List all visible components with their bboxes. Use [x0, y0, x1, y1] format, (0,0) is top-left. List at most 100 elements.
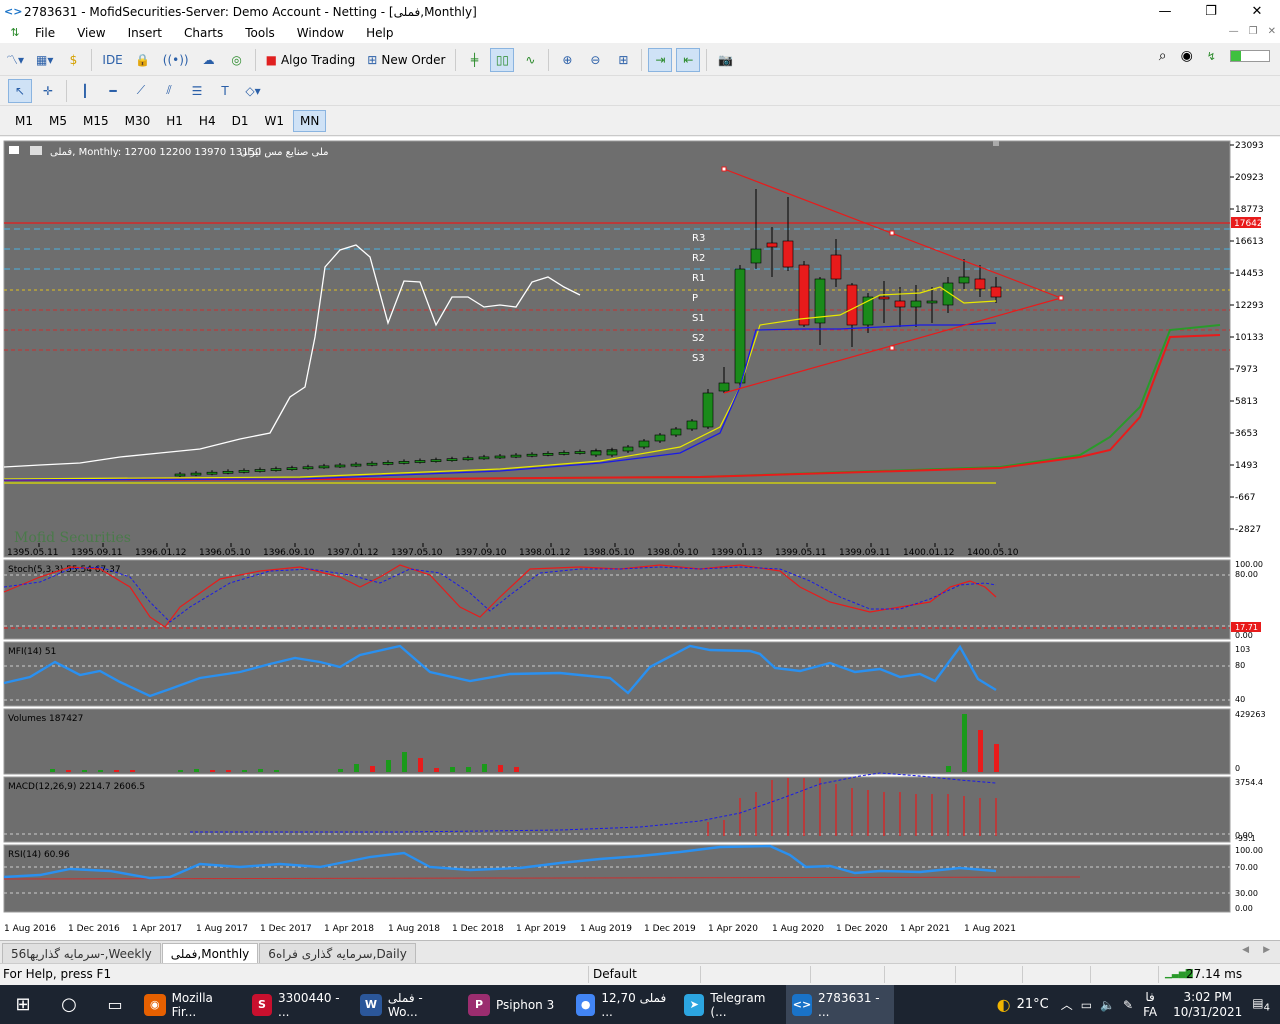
price-label: 23093 — [1235, 141, 1264, 151]
lock-icon[interactable]: 🔒 — [131, 48, 155, 72]
tray-chevron-icon[interactable]: ︿ — [1061, 996, 1073, 1013]
pivot-label: S2 — [692, 333, 705, 344]
volume-bar — [946, 766, 951, 772]
taskbar-app[interactable]: ➤ Telegram (... — [678, 985, 786, 1024]
equidistant-channel-icon[interactable]: ⫽ — [157, 79, 181, 103]
taskbar-app-icon: S — [252, 993, 273, 1016]
trendline-icon[interactable]: ⟋ — [129, 79, 153, 103]
menu-tools[interactable]: Tools — [234, 26, 286, 40]
candle — [350, 463, 362, 467]
horizontal-line-icon[interactable]: ━ — [101, 79, 125, 103]
menu-window[interactable]: Window — [286, 26, 355, 40]
volume-bar — [98, 770, 103, 772]
candlestick-icon[interactable]: ▯▯ — [490, 47, 515, 72]
timeframe-w1[interactable]: W1 — [257, 110, 291, 132]
candle — [606, 450, 618, 456]
timeframe-m15[interactable]: M15 — [76, 110, 116, 132]
chart-shift-icon[interactable]: ⇤ — [676, 47, 701, 72]
language-indicator[interactable]: فا FA — [1143, 990, 1157, 1020]
candle — [542, 452, 554, 456]
crosshair-icon[interactable]: ✛ — [36, 79, 60, 103]
taskbar-app[interactable]: <> 2783631 - ... — [786, 985, 894, 1024]
task-view-icon[interactable]: ▭ — [92, 985, 138, 1024]
chart-menu-icon[interactable]: ⇅ — [8, 26, 22, 40]
timeframe-mn[interactable]: MN — [292, 109, 327, 132]
menu-charts[interactable]: Charts — [173, 26, 234, 40]
start-button[interactable]: ⊞ — [0, 985, 46, 1024]
timeframe-m30[interactable]: M30 — [118, 110, 158, 132]
ide-button[interactable]: IDE — [98, 48, 126, 72]
taskbar-app[interactable]: W فملی - Wo... — [354, 985, 462, 1024]
date-label-top: 1399.05.11 — [775, 548, 827, 558]
shapes-icon[interactable]: ◇▾ — [241, 79, 265, 103]
bar-chart-icon[interactable]: ╪ — [462, 48, 486, 72]
minimize-button[interactable]: — — [1142, 0, 1188, 23]
date-label-top: 1397.09.10 — [455, 548, 507, 558]
text-icon[interactable]: T — [213, 79, 237, 103]
chart-window[interactable]: 23093 20923 18773 16613 14453 12293 10133 7973 5… — [0, 137, 1280, 940]
zoom-in-icon[interactable]: ⊕ — [555, 48, 579, 72]
menu-view[interactable]: View — [66, 26, 116, 40]
cursor-icon[interactable]: ↖ — [8, 78, 32, 103]
date-label-top: 1395.05.11 — [7, 548, 59, 558]
tab-weekly[interactable]: سرمایه گذاریها56-,Weekly — [2, 943, 161, 963]
tab-scroll-right-icon[interactable]: ▶ — [1263, 945, 1270, 955]
taskbar-app[interactable]: P Psiphon 3 — [462, 985, 570, 1024]
search-taskbar-icon[interactable]: ○ — [46, 985, 92, 1024]
profiles-icon[interactable]: ▦▾ — [32, 48, 57, 72]
temperature[interactable]: 21°C — [1017, 997, 1049, 1012]
vertical-line-icon[interactable]: ┃ — [73, 79, 97, 103]
pen-icon[interactable]: ✎ — [1123, 998, 1133, 1012]
menu-help[interactable]: Help — [355, 26, 404, 40]
close-button[interactable]: ✕ — [1234, 0, 1280, 23]
timeframe-h1[interactable]: H1 — [159, 110, 190, 132]
taskbar-app-label: Mozilla Fir... — [171, 990, 213, 1019]
taskbar-app[interactable]: ● فملی 12,70 ... — [570, 985, 678, 1024]
new-order-button[interactable]: ⊞ New Order — [363, 48, 449, 72]
pivot-label: R1 — [692, 273, 705, 284]
timeframe-m5[interactable]: M5 — [42, 110, 74, 132]
taskbar-app[interactable]: ◉ Mozilla Fir... — [138, 985, 246, 1024]
screenshot-icon[interactable]: 📷 — [713, 48, 737, 72]
weather-icon[interactable]: ◐ — [997, 995, 1011, 1014]
timeframes-toolbar: M1 M5 M15 M30 H1 H4 D1 W1 MN — [0, 106, 1280, 136]
account-icon[interactable]: ◉ — [1181, 48, 1193, 64]
candle — [526, 453, 538, 457]
tab-daily[interactable]: سرمایه گذاری فراه6,Daily — [259, 943, 416, 963]
child-minimize-icon[interactable]: — — [1229, 26, 1239, 37]
child-restore-icon[interactable]: ❐ — [1249, 26, 1258, 37]
child-close-icon[interactable]: ✕ — [1268, 26, 1276, 37]
line-chart-icon[interactable]: ∿ — [518, 48, 542, 72]
taskbar-app-icon: <> — [792, 993, 813, 1016]
tab-scroll-left-icon[interactable]: ◀ — [1242, 945, 1249, 955]
timeframe-h4[interactable]: H4 — [192, 110, 223, 132]
timeframe-m1[interactable]: M1 — [8, 110, 40, 132]
tab-monthly[interactable]: فملی,Monthly — [161, 943, 259, 963]
vps-icon[interactable]: ◎ — [225, 48, 249, 72]
signals-icon[interactable]: ((•)) — [159, 48, 193, 72]
menu-insert[interactable]: Insert — [117, 26, 173, 40]
autoscroll-icon[interactable]: ⇥ — [648, 47, 673, 72]
new-chart-icon[interactable]: 〽▾ — [2, 48, 28, 72]
cloud-icon[interactable]: ☁ — [197, 48, 221, 72]
stoch-label: Stoch(5,3,3) 55.54 67.37 — [8, 565, 121, 575]
price-chart[interactable]: 23093 20923 18773 16613 14453 12293 10133 7973 5… — [0, 137, 1280, 940]
candle — [766, 242, 778, 248]
fibonacci-icon[interactable]: ☰ — [185, 79, 209, 103]
tile-windows-icon[interactable]: ⊞ — [611, 48, 635, 72]
volume-icon[interactable]: 🔈 — [1100, 998, 1115, 1012]
candle — [574, 451, 586, 454]
market-watch-icon[interactable]: $ — [61, 48, 85, 72]
timeframe-d1[interactable]: D1 — [225, 110, 256, 132]
zoom-out-icon[interactable]: ⊖ — [583, 48, 607, 72]
volume-bar — [514, 767, 519, 772]
menu-file[interactable]: File — [24, 26, 66, 40]
search-icon[interactable]: ⌕ — [1159, 48, 1167, 64]
restore-button[interactable]: ❐ — [1188, 0, 1234, 23]
algo-trading-button[interactable]: ■ Algo Trading — [262, 48, 360, 72]
network-icon[interactable]: ▭ — [1081, 998, 1092, 1012]
clock[interactable]: 3:02 PM 10/31/2021 — [1173, 990, 1242, 1020]
taskbar-app[interactable]: S 3300440 - ... — [246, 985, 354, 1024]
candle — [446, 458, 458, 462]
notification-icon[interactable]: ▤4 — [1252, 996, 1270, 1013]
